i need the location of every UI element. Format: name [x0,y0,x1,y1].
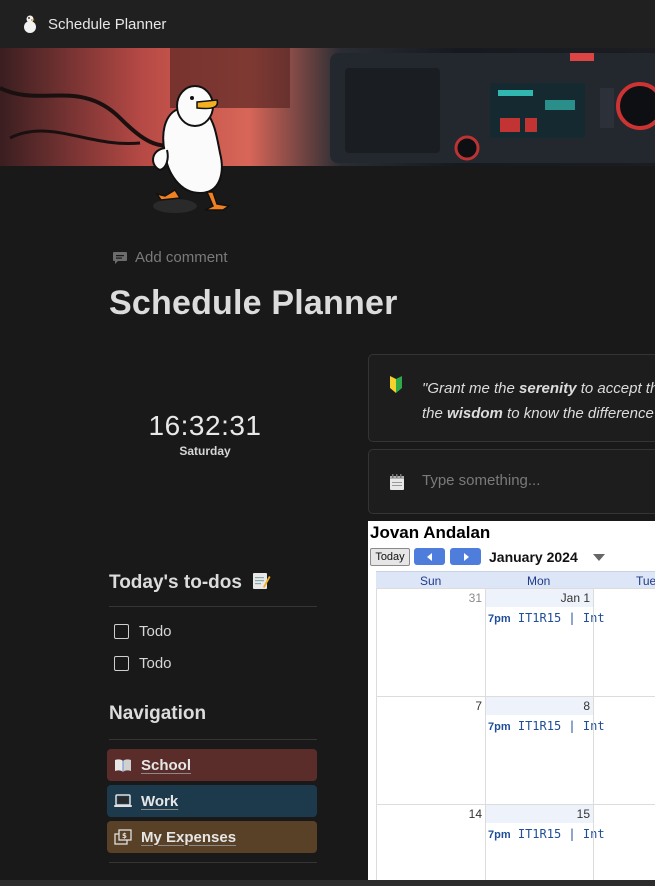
calendar-day-cell[interactable]: 14 [376,804,485,881]
event-title: IT1R15 | Int [517,827,605,841]
divider [109,606,317,607]
cover-image [0,48,655,166]
chevron-left-icon [426,552,432,561]
quote-line1-a: "Grant me the [422,380,520,397]
quote-serenity: serenity [519,380,577,397]
bottom-taskbar-strip [0,880,655,886]
day-number: Jan 1 [560,591,590,605]
clock-time: 16:32:31 [148,410,262,441]
calendar-event[interactable]: 7pm IT1R15 | Int [488,827,605,841]
quote-text: "Grant me the serenity to accept th the … [422,376,655,426]
day-number: 31 [468,591,482,605]
quote-line2-a: the [422,405,448,422]
memo-icon [253,573,271,589]
book-icon [115,759,131,772]
event-time: 7pm [488,829,511,841]
clock-widget: 16:32:31 Saturday [110,410,300,458]
calendar-month-dropdown-icon[interactable] [593,554,605,561]
todo-item[interactable]: Todo [114,655,172,672]
day-number: 14 [468,807,482,821]
calendar-owner: Jovan Andalan [370,523,491,542]
event-title: IT1R15 | Int [517,719,605,733]
calendar-event[interactable]: 7pm IT1R15 | Int [488,611,605,625]
calendar-weekday-header: Sun Mon Tue [376,571,655,589]
nav-item-label: Work [141,792,179,810]
todos-heading: Today's to-dos [109,571,271,594]
todo-item[interactable]: Todo [114,623,172,640]
svg-text:$: $ [122,832,127,840]
weekday-mon: Mon [527,574,551,588]
nav-item-work[interactable]: Work [107,785,317,817]
todo-label[interactable]: Todo [139,655,172,672]
nav-item-school[interactable]: School [107,749,317,781]
divider [109,739,317,740]
calendar-day-cell[interactable]: 7 [376,696,485,804]
laptop-icon [114,794,132,807]
quote-line1-c: to accept th [576,380,655,397]
nav-item-my-expenses[interactable]: $ My Expenses [107,821,317,853]
chevron-right-icon [463,552,469,561]
day-header-bar [486,697,593,715]
calendar-month-label: January 2024 [489,549,578,565]
event-time: 7pm [488,613,511,625]
beginner-badge-icon [390,376,402,393]
comment-icon [113,251,127,264]
quote-line2-c: to know the difference [502,405,654,422]
add-comment-button[interactable]: Add comment [112,249,228,266]
calendar-day-cell[interactable]: 15 7pm IT1R15 | Int [485,804,605,881]
calendar-day-cell[interactable] [593,804,655,881]
weekday-sun: Sun [420,574,442,588]
calendar-next-button[interactable] [450,548,481,565]
navigation-heading: Navigation [109,703,207,724]
todo-checkbox[interactable] [114,656,129,671]
window-titlebar: Schedule Planner [0,0,655,48]
window-title: Schedule Planner [48,15,167,33]
duck-page-icon[interactable] [145,78,245,218]
todo-label[interactable]: Todo [139,623,172,640]
divider [109,862,317,863]
calendar-day-cell[interactable]: 8 7pm IT1R15 | Int [485,696,605,804]
calendar-day-cell[interactable] [593,588,655,696]
add-comment-label: Add comment [135,249,228,266]
calendar-day-cell[interactable]: 31 [376,588,485,696]
nav-item-label: School [141,756,192,774]
duck-logo-icon [24,15,36,33]
quote-wisdom: wisdom [447,405,503,422]
calendar-embed[interactable]: Jovan Andalan Today January 2024 Sun Mon… [368,521,655,881]
quote-callout[interactable]: "Grant me the serenity to accept th the … [368,354,655,442]
calendar-day-cell[interactable] [593,696,655,804]
calendar-today-button[interactable]: Today [370,548,410,566]
money-icon: $ [114,829,132,845]
day-number: 7 [475,699,482,713]
note-input-callout[interactable]: Type something... [368,449,655,514]
day-number: 8 [583,699,590,713]
day-number: 15 [576,807,590,821]
weekday-tue: Tue [636,574,655,588]
page-title[interactable]: Schedule Planner [109,284,398,323]
calendar-day-cell[interactable]: Jan 1 7pm IT1R15 | Int [485,588,605,696]
event-time: 7pm [488,721,511,733]
notepad-icon [390,474,404,490]
nav-item-label: My Expenses [141,828,237,846]
note-input-placeholder: Type something... [422,472,541,489]
event-title: IT1R15 | Int [517,611,605,625]
calendar-event[interactable]: 7pm IT1R15 | Int [488,719,605,733]
todo-checkbox[interactable] [114,624,129,639]
clock-day: Saturday [179,444,231,458]
calendar-prev-button[interactable] [414,548,445,565]
todos-heading-text: Today's to-dos [109,572,242,593]
